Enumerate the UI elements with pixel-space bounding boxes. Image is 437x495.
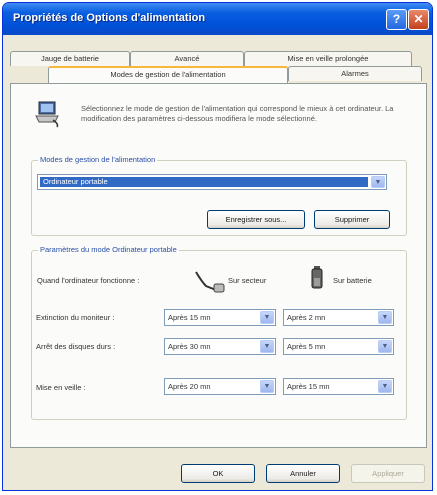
chevron-down-icon[interactable]: ▼ bbox=[260, 380, 274, 393]
power-scheme-group-legend: Modes de gestion de l'alimentation bbox=[38, 155, 158, 164]
battery-column-label: Sur batterie bbox=[333, 276, 372, 285]
monitor-off-dc-select[interactable]: Après 2 mn ▼ bbox=[283, 309, 394, 326]
ac-column-label: Sur secteur bbox=[228, 276, 267, 285]
power-plug-icon bbox=[195, 271, 225, 293]
monitor-off-label: Extinction du moniteur : bbox=[36, 313, 115, 322]
tab-battery-meter[interactable]: Jauge de batterie bbox=[10, 51, 130, 66]
tab-alarms[interactable]: Alarmes bbox=[288, 66, 422, 81]
title-bar[interactable]: Propriétés de Options d'alimentation ? ✕ bbox=[3, 3, 432, 35]
hdd-off-ac-value: Après 30 mn bbox=[168, 342, 211, 351]
monitor-off-dc-value: Après 2 mn bbox=[287, 313, 326, 322]
hdd-off-label: Arrêt des disques durs : bbox=[36, 342, 116, 351]
chevron-down-icon[interactable]: ▼ bbox=[260, 311, 274, 324]
ok-button[interactable]: OK bbox=[181, 464, 255, 483]
monitor-off-ac-select[interactable]: Après 15 mn ▼ bbox=[164, 309, 276, 326]
standby-ac-value: Après 20 mn bbox=[168, 382, 211, 391]
delete-button[interactable]: Supprimer bbox=[314, 210, 390, 229]
apply-button[interactable]: Appliquer bbox=[351, 464, 425, 483]
tab-panel: Sélectionnez le mode de gestion de l'ali… bbox=[10, 83, 427, 448]
hdd-off-dc-value: Après 5 mn bbox=[287, 342, 326, 351]
standby-dc-select[interactable]: Après 15 mn ▼ bbox=[283, 378, 394, 395]
cancel-button[interactable]: Annuler bbox=[266, 464, 340, 483]
settings-group-legend: Paramètres du mode Ordinateur portable bbox=[38, 245, 179, 254]
tab-row-back: Jauge de batterie Avancé Mise en veille … bbox=[10, 51, 427, 66]
power-scheme-selected: Ordinateur portable bbox=[40, 177, 368, 187]
power-options-window: Propriétés de Options d'alimentation ? ✕… bbox=[2, 2, 433, 491]
tab-advanced[interactable]: Avancé bbox=[130, 51, 244, 66]
standby-ac-select[interactable]: Après 20 mn ▼ bbox=[164, 378, 276, 395]
power-scheme-select[interactable]: Ordinateur portable ▼ bbox=[37, 174, 387, 190]
tab-power-schemes[interactable]: Modes de gestion de l'alimentation bbox=[48, 66, 288, 83]
power-scheme-icon bbox=[35, 101, 59, 128]
standby-label: Mise en veille : bbox=[36, 383, 86, 392]
hdd-off-ac-select[interactable]: Après 30 mn ▼ bbox=[164, 338, 276, 355]
save-as-button[interactable]: Enregistrer sous... bbox=[207, 210, 305, 229]
battery-icon bbox=[311, 266, 323, 289]
chevron-down-icon[interactable]: ▼ bbox=[371, 176, 385, 188]
description-text: Sélectionnez le mode de gestion de l'ali… bbox=[81, 104, 394, 123]
standby-dc-value: Après 15 mn bbox=[287, 382, 330, 391]
chevron-down-icon[interactable]: ▼ bbox=[378, 380, 392, 393]
chevron-down-icon[interactable]: ▼ bbox=[378, 340, 392, 353]
help-button[interactable]: ? bbox=[386, 9, 407, 30]
close-button[interactable]: ✕ bbox=[408, 9, 429, 30]
monitor-off-ac-value: Après 15 mn bbox=[168, 313, 211, 322]
window-title: Propriétés de Options d'alimentation bbox=[13, 12, 206, 24]
hdd-off-dc-select[interactable]: Après 5 mn ▼ bbox=[283, 338, 394, 355]
chevron-down-icon[interactable]: ▼ bbox=[378, 311, 392, 324]
chevron-down-icon[interactable]: ▼ bbox=[260, 340, 274, 353]
tab-row-front: Modes de gestion de l'alimentation Alarm… bbox=[10, 66, 427, 83]
when-running-label: Quand l'ordinateur fonctionne : bbox=[37, 276, 140, 285]
tab-hibernate[interactable]: Mise en veille prolongée bbox=[244, 51, 412, 66]
